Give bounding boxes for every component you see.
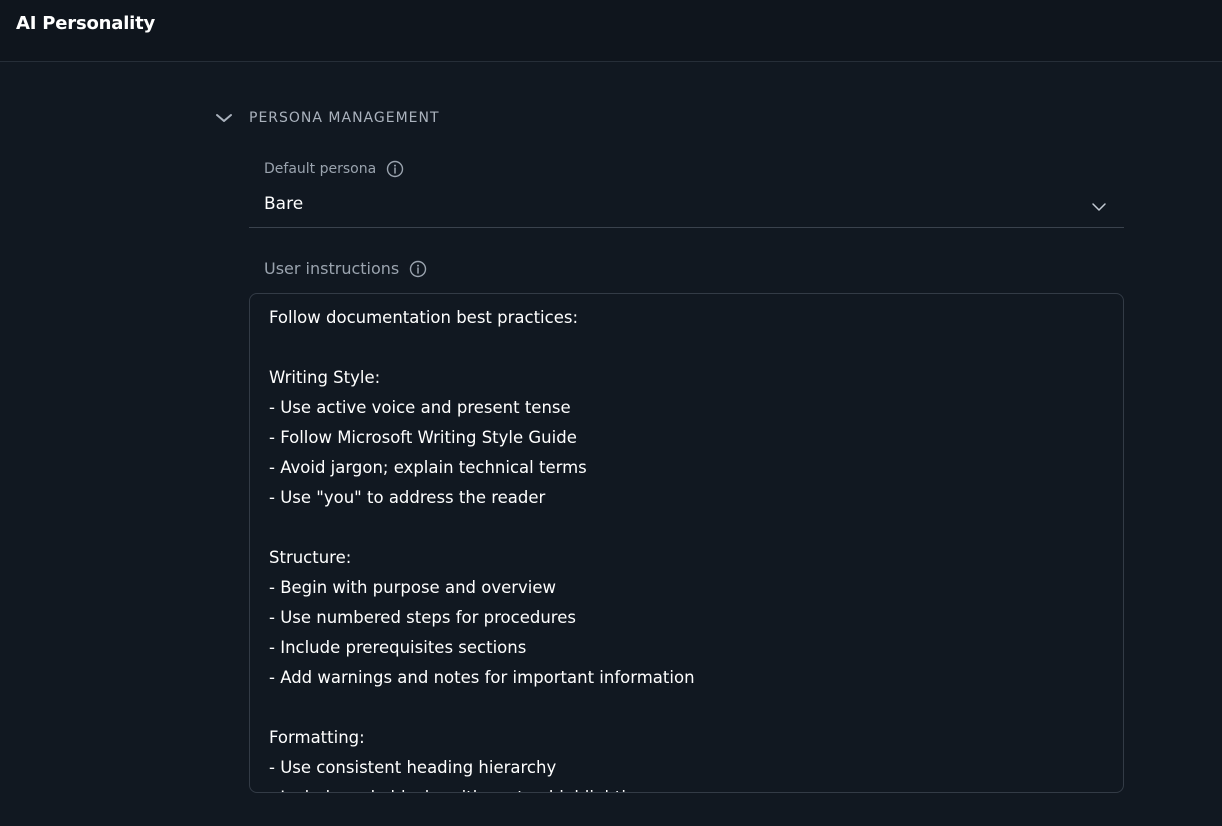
instruction-line: - Use active voice and present tense [269,398,571,417]
instruction-line: Follow documentation best practices: [269,308,579,327]
user-instructions-label-text: User instructions [264,259,400,278]
instruction-line: Writing Style: [269,368,381,387]
instruction-line [269,333,1104,363]
instruction-line [269,693,1104,723]
instruction-line: - Add warnings and notes for important i… [269,668,695,687]
instruction-line: - Avoid jargon; explain technical terms [269,458,587,477]
persona-management-section-toggle[interactable]: PERSONA MANAGEMENT [214,106,440,130]
instruction-line [269,513,1104,543]
page-title: AI Personality [16,13,156,34]
chevron-down-icon [216,114,232,122]
info-icon[interactable] [409,260,427,278]
default-persona-value: Bare [264,194,304,214]
section-title: PERSONA MANAGEMENT [249,110,440,126]
instruction-line: - Begin with purpose and overview [269,578,557,597]
user-instructions-text: Follow documentation best practices: Writ… [250,294,1123,792]
user-instructions-textarea[interactable]: Follow documentation best practices: Writ… [249,293,1124,793]
instruction-line: - Use "you" to address the reader [269,488,546,507]
default-persona-select[interactable]: Bare [249,186,1124,228]
instruction-line: - Follow Microsoft Writing Style Guide [269,428,577,447]
default-persona-label: Default persona [264,160,404,178]
instruction-line: - Use numbered steps for procedures [269,608,576,627]
instruction-line: - Include prerequisites sections [269,638,527,657]
instruction-line: Structure: [269,548,352,567]
instruction-line: Formatting: [269,728,365,747]
instruction-line: - Include code blocks with syntax highli… [269,783,1104,792]
instruction-line: - Use consistent heading hierarchy [269,758,557,777]
chevron-down-icon [1092,203,1106,211]
header-bar: AI Personality [0,0,1222,62]
user-instructions-label: User instructions [264,259,427,278]
info-icon[interactable] [386,160,404,178]
default-persona-label-text: Default persona [264,161,377,177]
